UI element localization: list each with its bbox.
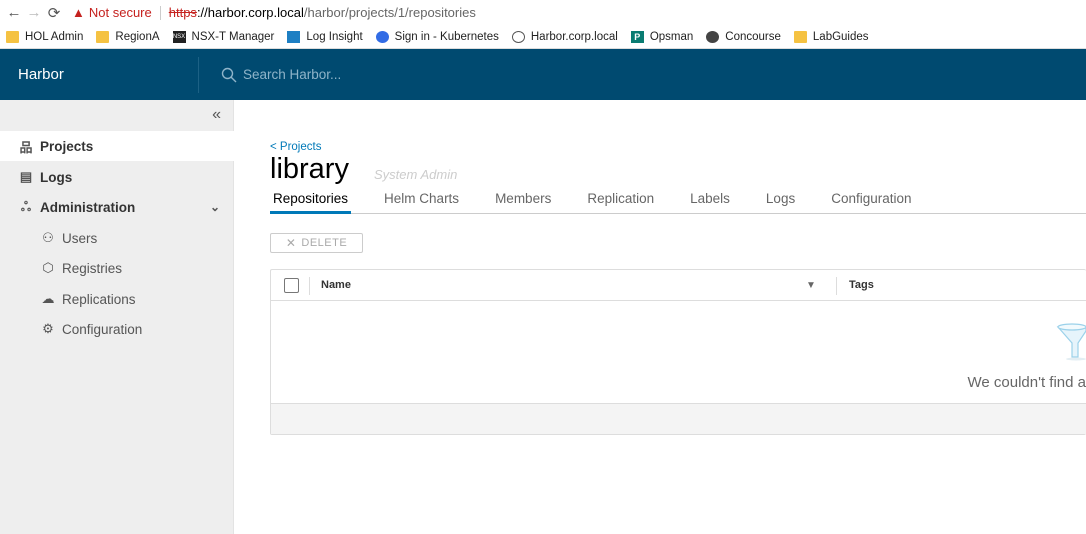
bookmark-label: HOL Admin — [25, 30, 84, 43]
collapse-sidebar-icon[interactable]: « — [212, 106, 221, 124]
sidebar-item-configuration[interactable]: ⚙ Configuration — [0, 314, 234, 344]
replications-icon: ☁ — [41, 291, 55, 306]
url-host: ://harbor.corp.local — [196, 5, 304, 20]
bookmark-label: Harbor.corp.local — [530, 30, 618, 43]
tab-labels[interactable]: Labels — [687, 188, 733, 214]
column-divider — [836, 277, 837, 295]
role-label: System Admin — [374, 167, 458, 182]
column-tags-header[interactable]: Tags — [849, 279, 874, 291]
users-icon: ⚇ — [42, 230, 54, 245]
repositories-grid: Name ▼ Tags We couldn't find a — [270, 269, 1086, 435]
configuration-icon: ⚙ — [42, 321, 54, 336]
browser-toolbar: ← → ⟳ ▲ Not secure https ://harbor.corp.… — [0, 0, 1086, 25]
global-search[interactable]: Search Harbor... — [199, 67, 341, 83]
back-icon[interactable]: ← — [4, 4, 24, 21]
empty-funnel-icon — [1056, 323, 1086, 361]
bookmark-label: NSX-T Manager — [191, 30, 275, 43]
bookmark-log-insight[interactable]: Log Insight — [287, 30, 363, 43]
sidebar-item-label: Users — [62, 230, 98, 246]
not-secure-label: Not secure — [88, 5, 152, 20]
log-insight-icon — [287, 30, 301, 43]
grid-header: Name ▼ Tags — [271, 270, 1086, 301]
sidebar-item-registries[interactable]: ⬡ Registries — [0, 253, 234, 283]
brand-title[interactable]: Harbor — [0, 56, 199, 93]
tab-configuration[interactable]: Configuration — [828, 188, 914, 214]
administration-icon: ஃ — [20, 198, 32, 214]
app-header: Harbor Search Harbor... — [0, 49, 1086, 100]
bookmark-label: Concourse — [725, 30, 781, 43]
tab-helm-charts[interactable]: Helm Charts — [381, 188, 462, 214]
logs-icon: ▤ — [19, 169, 33, 184]
folder-icon — [793, 30, 807, 43]
bookmark-opsman[interactable]: P Opsman — [630, 30, 694, 43]
address-bar[interactable]: ▲ Not secure https ://harbor.corp.local … — [72, 2, 476, 23]
sidebar-item-replications[interactable]: ☁ Replications — [0, 284, 234, 314]
bookmark-hol-admin[interactable]: HOL Admin — [6, 30, 84, 43]
bookmark-label: LabGuides — [812, 30, 869, 43]
opsman-icon: P — [630, 30, 644, 43]
delete-label: DELETE — [301, 237, 348, 249]
url-scheme: https — [168, 5, 197, 20]
forward-icon[interactable]: → — [24, 4, 44, 21]
kubernetes-icon — [375, 30, 389, 43]
bookmark-nsx-t-manager[interactable]: NSX NSX-T Manager — [172, 30, 275, 43]
grid-footer — [271, 404, 1086, 434]
nsx-icon: NSX — [172, 30, 186, 43]
bookmark-labguides[interactable]: LabGuides — [793, 30, 869, 43]
sidebar-item-label: Administration — [40, 199, 136, 215]
sidebar-item-label: Logs — [40, 169, 73, 185]
bookmark-harbor[interactable]: Harbor.corp.local — [511, 30, 618, 43]
bookmark-concourse[interactable]: Concourse — [706, 30, 781, 43]
projects-icon: 品 — [19, 139, 33, 155]
select-all-checkbox[interactable] — [284, 278, 299, 293]
sidebar: « 品 Projects ▤ Logs ஃ Administration ⌄ ⚇… — [0, 100, 234, 534]
sidebar-item-projects[interactable]: 品 Projects — [0, 131, 234, 161]
main-content: < Projects library System Admin Reposito… — [235, 100, 1086, 534]
url-path: /harbor/projects/1/repositories — [303, 5, 476, 20]
bookmark-label: RegionA — [115, 30, 160, 43]
bookmark-label: Sign in - Kubernetes — [394, 30, 499, 43]
sidebar-item-label: Configuration — [62, 321, 143, 337]
search-icon — [221, 67, 237, 82]
address-divider — [159, 5, 161, 20]
project-tabs: Repositories Helm Charts Members Replica… — [270, 188, 1086, 214]
sidebar-item-logs[interactable]: ▤ Logs — [0, 162, 234, 192]
grid-body: We couldn't find a — [271, 301, 1086, 404]
close-icon: ✕ — [285, 236, 297, 250]
folder-icon — [6, 30, 19, 43]
tab-logs[interactable]: Logs — [763, 188, 798, 214]
column-divider — [309, 277, 310, 295]
sidebar-item-administration[interactable]: ஃ Administration ⌄ — [0, 192, 234, 222]
empty-state-text: We couldn't find a — [967, 374, 1086, 391]
tab-repositories[interactable]: Repositories — [270, 188, 352, 214]
bookmark-regiona[interactable]: RegionA — [96, 30, 160, 43]
delete-button[interactable]: ✕ DELETE — [270, 233, 363, 253]
sidebar-item-label: Projects — [40, 138, 94, 154]
bookmark-label: Opsman — [649, 30, 694, 43]
harbor-icon — [511, 30, 525, 43]
filter-icon[interactable]: ▼ — [806, 280, 816, 291]
warning-icon: ▲ — [72, 5, 85, 20]
sidebar-item-label: Replications — [62, 291, 136, 307]
page-title: library — [270, 153, 349, 185]
bookmarks-bar: HOL Admin RegionA NSX NSX-T Manager Log I… — [0, 25, 1086, 49]
search-placeholder: Search Harbor... — [243, 67, 342, 82]
column-name-header[interactable]: Name — [321, 279, 351, 291]
concourse-icon — [706, 30, 720, 43]
breadcrumb[interactable]: < Projects — [270, 141, 321, 153]
tab-replication[interactable]: Replication — [584, 188, 657, 214]
bookmark-kubernetes[interactable]: Sign in - Kubernetes — [375, 30, 499, 43]
chevron-down-icon: ⌄ — [209, 200, 220, 214]
tab-members[interactable]: Members — [492, 188, 554, 214]
registries-icon: ⬡ — [42, 260, 54, 275]
sidebar-item-users[interactable]: ⚇ Users — [0, 223, 234, 253]
bookmark-label: Log Insight — [306, 30, 363, 43]
reload-icon[interactable]: ⟳ — [44, 4, 64, 22]
folder-icon — [96, 30, 110, 43]
sidebar-item-label: Registries — [62, 260, 123, 276]
